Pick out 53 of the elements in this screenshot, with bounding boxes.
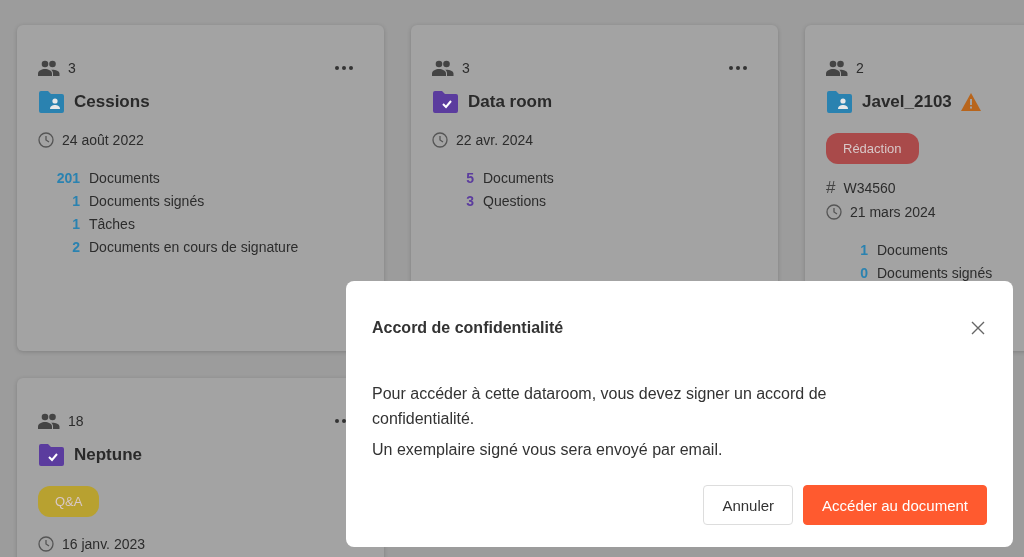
reference-number: W34560 bbox=[843, 180, 896, 196]
stat-label: Documents bbox=[483, 170, 554, 186]
close-button[interactable] bbox=[969, 319, 987, 337]
clock-icon bbox=[38, 132, 54, 148]
stat-count: 1 bbox=[71, 193, 80, 209]
dialog-text: Un exemplaire signé vous sera envoyé par email. bbox=[372, 440, 724, 460]
member-count: 2 bbox=[856, 60, 864, 76]
folder-person-icon bbox=[38, 91, 65, 113]
stat-count: 201 bbox=[55, 170, 80, 186]
date-text: 24 août 2022 bbox=[62, 132, 144, 148]
status-tag: Q&A bbox=[38, 486, 100, 517]
dialog-text: Pour accéder à cette dataroom, vous devez signer un accord de confidentialité. bbox=[372, 384, 828, 429]
date-text: 22 avr. 2024 bbox=[456, 132, 534, 148]
stat-count: 1 bbox=[71, 216, 80, 232]
more-icon[interactable] bbox=[335, 66, 353, 70]
warning-icon bbox=[960, 93, 981, 111]
people-icon bbox=[38, 413, 60, 429]
stat-label: Documents bbox=[89, 170, 161, 186]
confirm-button[interactable]: Accéder au document bbox=[803, 485, 987, 525]
people-icon bbox=[826, 60, 848, 76]
status-tag: Rédaction bbox=[826, 133, 919, 164]
card-title[interactable]: Neptune bbox=[74, 445, 142, 465]
dialog-title: Accord de confidentialité bbox=[372, 319, 564, 337]
clock-icon bbox=[38, 536, 54, 552]
card-title[interactable]: Cessions bbox=[74, 92, 150, 112]
stat-count: 2 bbox=[71, 239, 80, 255]
stat-label: Documents signés bbox=[877, 265, 993, 281]
stat-label: Tâches bbox=[89, 216, 136, 232]
folder-check-icon bbox=[432, 91, 459, 113]
stat-count: 5 bbox=[465, 170, 474, 186]
card-title[interactable]: Data room bbox=[468, 92, 553, 112]
member-count: 3 bbox=[462, 60, 470, 76]
stat-label: Documents en cours de signature bbox=[89, 239, 299, 255]
stat-count: 0 bbox=[859, 265, 868, 281]
card-title[interactable]: Javel_2103 bbox=[862, 92, 952, 112]
stat-label: Documents bbox=[877, 242, 949, 258]
stat-count: 1 bbox=[859, 242, 868, 258]
cancel-button[interactable]: Annuler bbox=[703, 485, 794, 525]
date-text: 21 mars 2024 bbox=[850, 204, 936, 220]
hash-sign: # bbox=[826, 178, 836, 198]
member-count: 3 bbox=[68, 60, 76, 76]
date-text: 16 janv. 2023 bbox=[62, 536, 146, 552]
folder-person-icon bbox=[826, 91, 853, 113]
clock-icon bbox=[826, 204, 842, 220]
people-icon bbox=[432, 60, 454, 76]
member-count: 18 bbox=[68, 413, 84, 429]
people-icon bbox=[38, 60, 60, 76]
stat-label: Questions bbox=[483, 193, 548, 209]
folder-check-icon bbox=[38, 444, 65, 466]
stat-count: 3 bbox=[465, 193, 474, 209]
stat-label: Documents signés bbox=[89, 193, 206, 209]
more-icon[interactable] bbox=[729, 66, 747, 70]
clock-icon bbox=[432, 132, 448, 148]
